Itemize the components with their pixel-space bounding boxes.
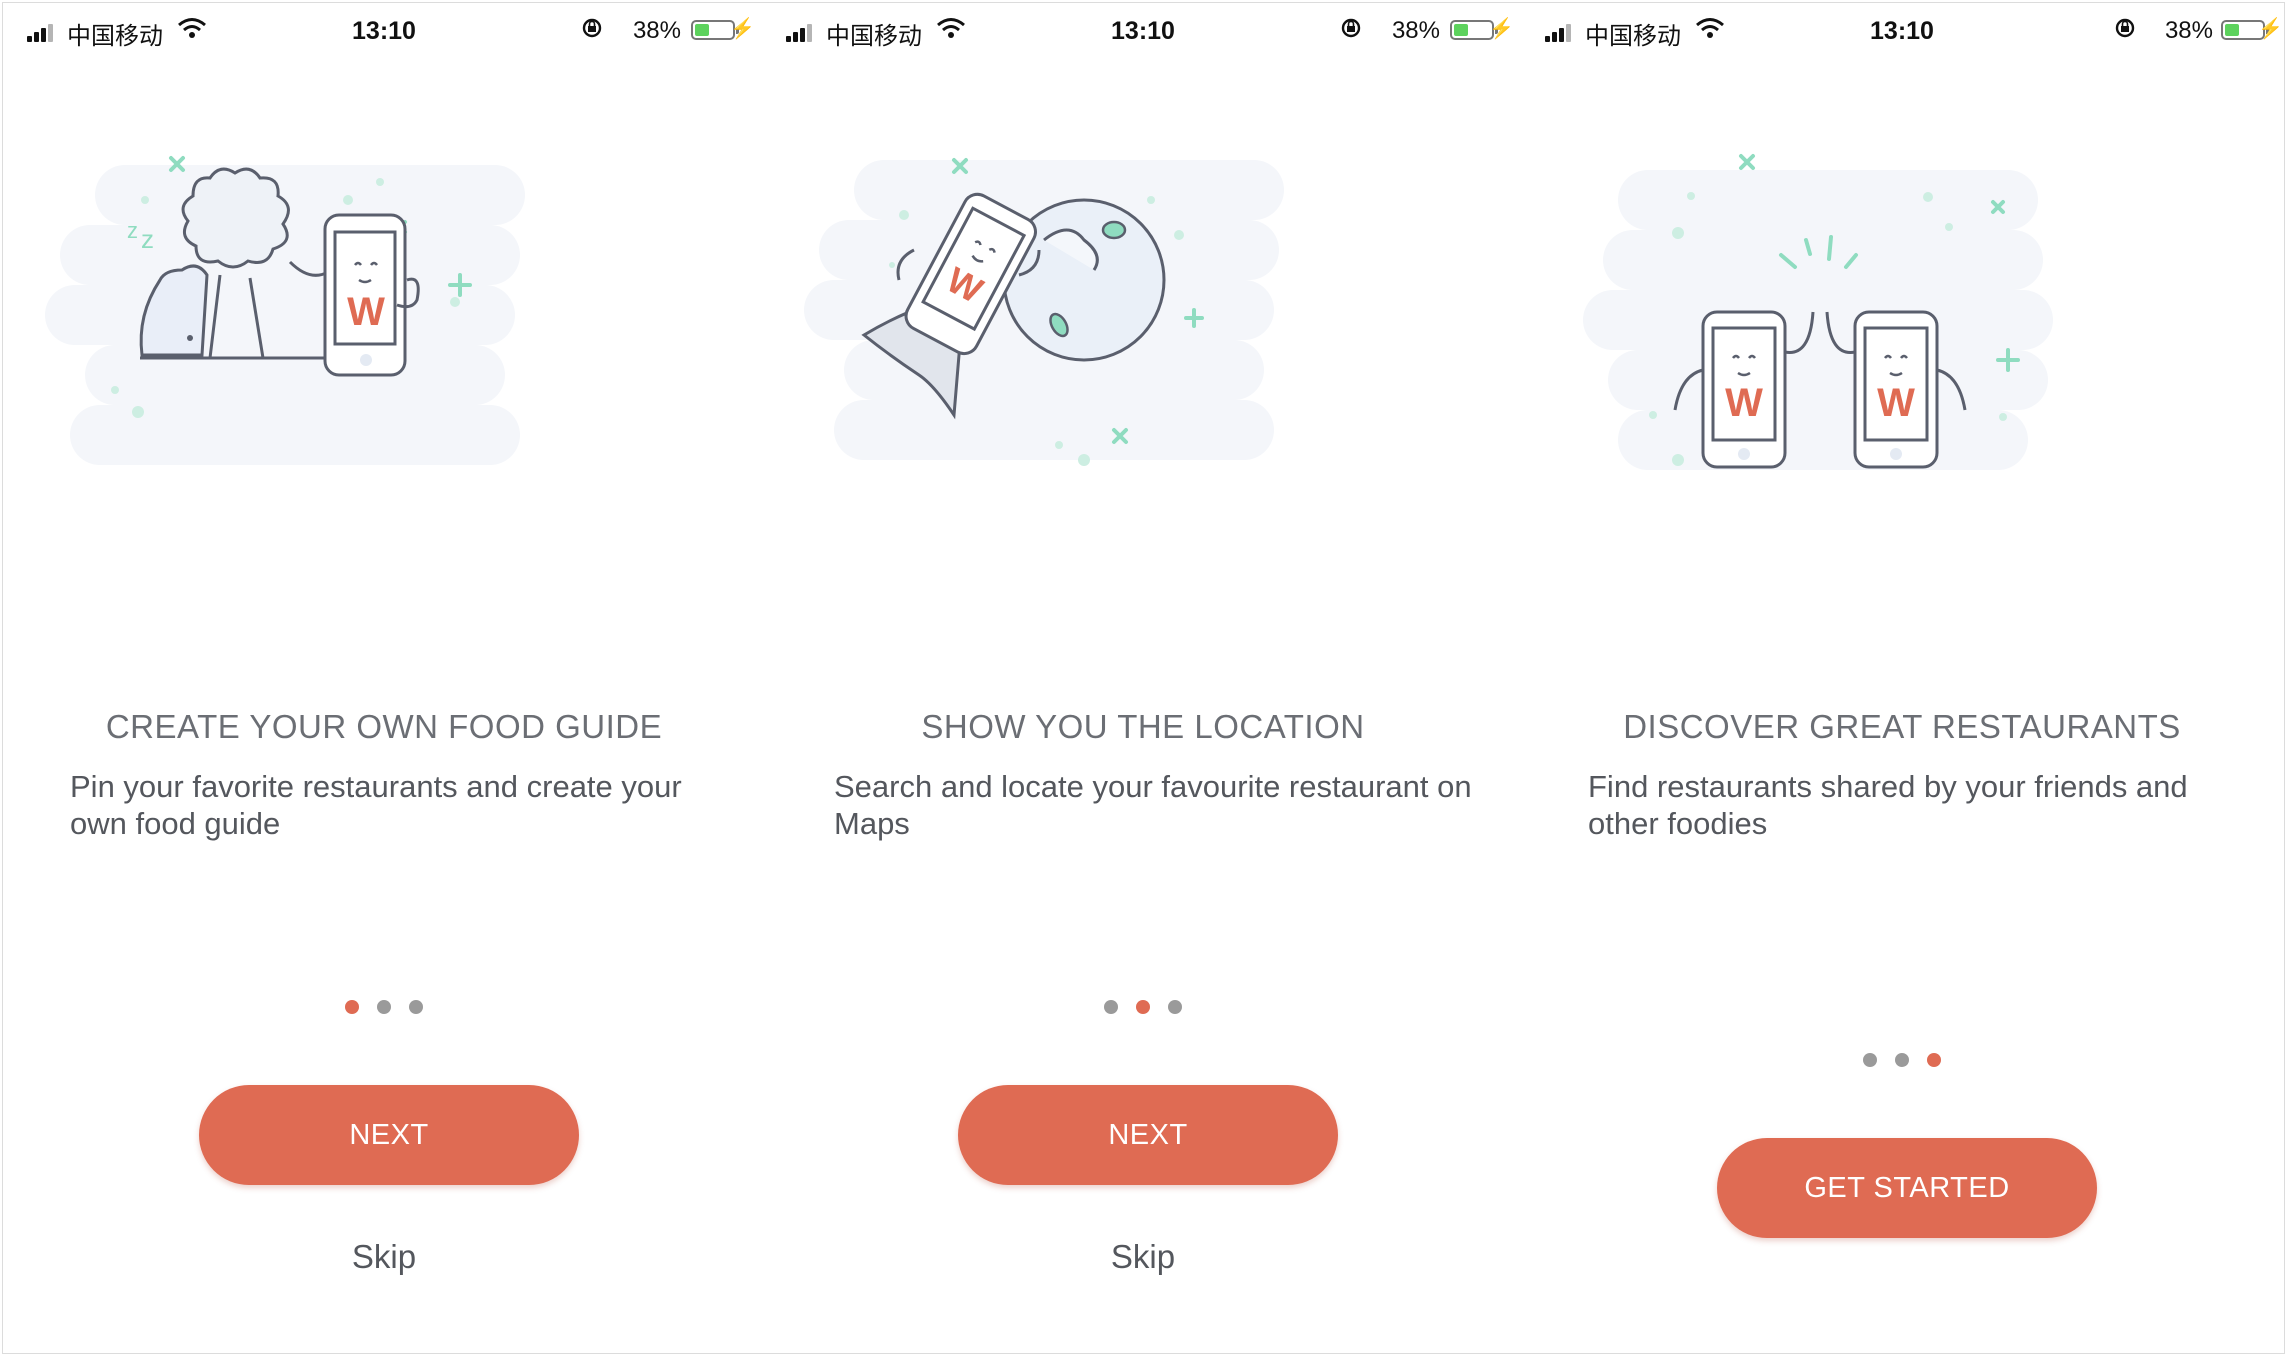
logo-w: W bbox=[1725, 381, 1763, 425]
screen-title: CREATE YOUR OWN FOOD GUIDE bbox=[105, 708, 663, 745]
illustration-location: W bbox=[804, 158, 1284, 466]
battery-percent: 38% bbox=[632, 17, 681, 44]
logo-w: W bbox=[347, 290, 385, 334]
screen-title: DISCOVER GREAT RESTAURANTS bbox=[1623, 708, 2181, 745]
status-bar: 中国移动 13:10 38% ⚡ bbox=[764, 14, 1522, 50]
orientation-lock-icon bbox=[582, 18, 602, 38]
next-button[interactable]: NEXT bbox=[199, 1085, 579, 1185]
screen-title: SHOW YOU THE LOCATION bbox=[921, 708, 1365, 745]
page-dot-active bbox=[1927, 1053, 1941, 1067]
illustration-food-guide: z z W bbox=[45, 156, 525, 465]
skip-link[interactable]: Skip bbox=[764, 1238, 1522, 1276]
status-bar: 中国移动 13:10 38% ⚡ bbox=[5, 14, 763, 50]
svg-text:z: z bbox=[141, 224, 154, 254]
orientation-lock-icon bbox=[1341, 18, 1361, 38]
page-dot-active bbox=[345, 1000, 359, 1014]
orientation-lock-icon bbox=[2115, 18, 2135, 38]
status-bar: 中国移动 13:10 38% ⚡ bbox=[1523, 14, 2283, 50]
illustration-discover: W W bbox=[1583, 154, 2053, 470]
battery-percent: 38% bbox=[1391, 17, 1440, 44]
battery-percent: 38% bbox=[2164, 17, 2213, 44]
battery-icon bbox=[1450, 20, 1498, 40]
charging-icon: ⚡ bbox=[730, 18, 755, 40]
screen-description: Pin your favorite restaurants and create… bbox=[70, 769, 682, 841]
skip-link[interactable]: Skip bbox=[5, 1238, 763, 1276]
page-indicator bbox=[1523, 1053, 2281, 1067]
screen-description: Search and locate your favourite restaur… bbox=[834, 769, 1472, 841]
next-button[interactable]: NEXT bbox=[958, 1085, 1338, 1185]
onboarding-screen-3: 中国移动 13:10 38% ⚡ W W DISCOVER GREAT REST… bbox=[1523, 0, 2283, 1358]
page-indicator bbox=[764, 1000, 1522, 1014]
page-dot bbox=[1863, 1053, 1877, 1067]
svg-text:z: z bbox=[127, 218, 138, 243]
page-dot bbox=[1895, 1053, 1909, 1067]
charging-icon: ⚡ bbox=[2258, 18, 2283, 40]
get-started-button[interactable]: GET STARTED bbox=[1717, 1138, 2097, 1238]
page-dot bbox=[377, 1000, 391, 1014]
page-dot bbox=[1104, 1000, 1118, 1014]
onboarding-screen-2: 中国移动 13:10 38% ⚡ W SHOW YOU THE LOCATION… bbox=[764, 0, 1522, 1358]
logo-w: W bbox=[1877, 381, 1915, 425]
screen-description: Find restaurants shared by your friends … bbox=[1588, 769, 2188, 841]
page-dot bbox=[409, 1000, 423, 1014]
page-dot bbox=[1168, 1000, 1182, 1014]
onboarding-screen-1: 中国移动 13:10 38% ⚡ z z W CREATE YOUR OWN F… bbox=[5, 0, 763, 1358]
page-indicator bbox=[5, 1000, 763, 1014]
page-dot-active bbox=[1136, 1000, 1150, 1014]
charging-icon: ⚡ bbox=[1489, 18, 1514, 40]
battery-icon bbox=[691, 20, 739, 40]
